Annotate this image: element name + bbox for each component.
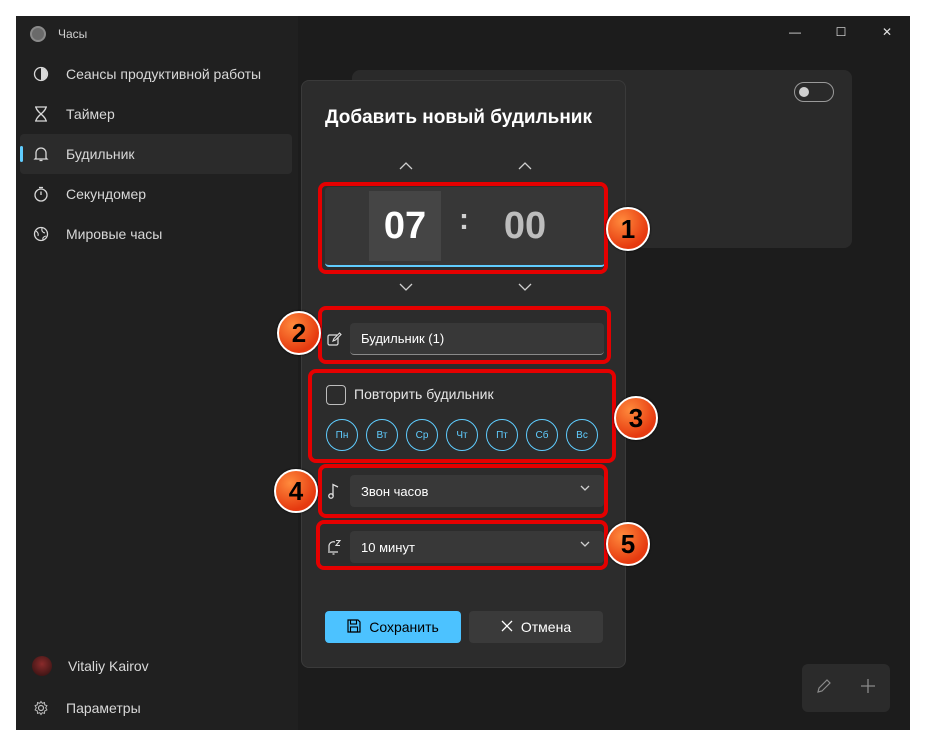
focus-icon [32,65,50,83]
save-label: Сохранить [369,619,439,635]
step-badge-5: 5 [606,522,650,566]
highlight-repeat [308,369,616,463]
step-badge-2: 2 [277,311,321,355]
alarm-actions [802,664,890,712]
sidebar-item-label: Секундомер [66,186,147,202]
sidebar-item-label: Сеансы продуктивной работы [66,66,262,82]
cancel-button[interactable]: Отмена [469,611,603,643]
minute-up-chevron-icon[interactable] [517,159,533,171]
step-badge-1: 1 [606,207,650,251]
sidebar-item-timer[interactable]: Таймер [20,94,292,134]
sidebar-item-world-clock[interactable]: Мировые часы [20,214,292,254]
account-button[interactable]: Vitaliy Kairov [32,651,149,681]
dialog-title: Добавить новый будильник [325,107,592,128]
window-controls: — ☐ ✕ [772,16,910,48]
sidebar: Часы Сеансы продуктивной работы Таймер Б… [16,16,298,730]
sidebar-item-label: Будильник [66,146,135,162]
add-icon[interactable] [860,678,876,699]
edit-icon[interactable] [816,678,832,699]
sidebar-item-alarm[interactable]: Будильник [20,134,292,174]
close-button[interactable]: ✕ [864,16,910,48]
hourglass-icon [32,105,50,123]
sidebar-item-focus-sessions[interactable]: Сеансы продуктивной работы [20,54,292,94]
maximize-button[interactable]: ☐ [818,16,864,48]
title-bar: Часы [30,26,87,42]
step-badge-4: 4 [274,469,318,513]
minimize-button[interactable]: — [772,16,818,48]
hour-down-chevron-icon[interactable] [398,281,414,293]
sidebar-item-label: Таймер [66,106,115,122]
save-button[interactable]: Сохранить [325,611,461,643]
clock-app-icon [30,26,46,42]
highlight-snooze [316,520,608,570]
gear-icon [32,699,50,717]
sidebar-item-label: Мировые часы [66,226,163,242]
step-badge-3: 3 [614,396,658,440]
highlight-time-picker [318,182,608,274]
bell-icon [32,145,50,163]
globe-icon [32,225,50,243]
hour-up-chevron-icon[interactable] [398,159,414,171]
settings-label: Параметры [66,700,141,716]
sidebar-item-stopwatch[interactable]: Секундомер [20,174,292,214]
settings-button[interactable]: Параметры [32,693,141,723]
user-name: Vitaliy Kairov [68,658,149,674]
avatar [32,656,52,676]
nav-list: Сеансы продуктивной работы Таймер Будиль… [20,54,292,254]
highlight-sound [318,464,608,518]
highlight-alarm-name [318,306,611,364]
alarm-toggle[interactable] [794,82,834,102]
cancel-label: Отмена [520,619,572,635]
close-icon [501,619,513,635]
minute-down-chevron-icon[interactable] [517,281,533,293]
stopwatch-icon [32,185,50,203]
app-title: Часы [58,27,88,41]
save-icon [347,618,361,636]
